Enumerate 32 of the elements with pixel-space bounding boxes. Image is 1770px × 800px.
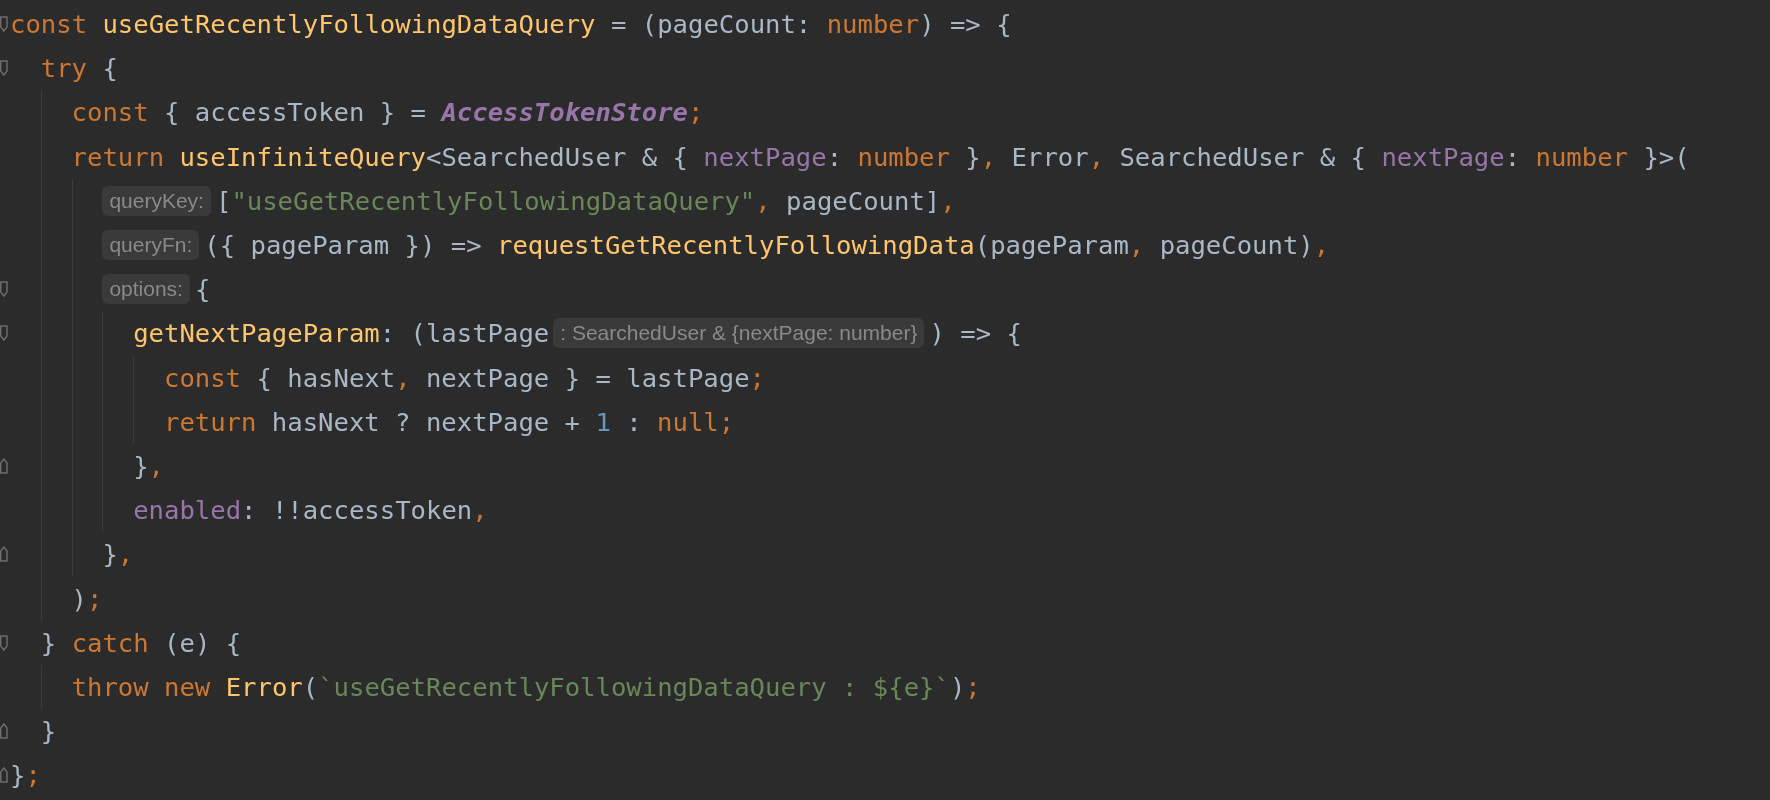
fold-icon[interactable] — [0, 281, 8, 298]
code-text: const { accessToken } = AccessTokenStore; — [71, 97, 704, 128]
inlay-hint: queryFn: — [102, 230, 200, 261]
code-text: ["useGetRecentlyFollowingDataQuery", pageCount], — [215, 185, 956, 216]
code-text: enabled: !!accessToken, — [133, 495, 488, 526]
code-text: ); — [71, 583, 103, 614]
code-text: { — [194, 274, 211, 305]
code-text: }, — [133, 450, 165, 481]
fold-icon[interactable] — [0, 723, 8, 740]
inlay-hint: queryKey: — [102, 185, 211, 216]
code-text: const { hasNext, nextPage } = lastPage; — [164, 362, 765, 393]
code-text: }; — [10, 760, 41, 791]
fold-icon[interactable] — [0, 457, 8, 474]
code-text: } — [40, 716, 57, 747]
inlay-hint: options: — [102, 274, 190, 305]
fold-icon[interactable] — [0, 325, 8, 342]
code-text: } catch (e) { — [40, 627, 242, 658]
code-text: const useGetRecentlyFollowingDataQuery = (pageCount: number) => { — [10, 9, 1012, 40]
code-text: try { — [40, 53, 118, 84]
fold-icon[interactable] — [0, 546, 8, 563]
code-text: getNextPageParam: (lastPage — [133, 318, 550, 349]
code-text: ) => { — [929, 318, 1022, 349]
inlay-hint: : SearchedUser & {nextPage: number} — [553, 318, 925, 349]
fold-icon[interactable] — [0, 767, 8, 784]
code-text: return useInfiniteQuery<SearchedUser & { nextPage: number }, Error, SearchedUser & { nextPage: number }>( — [71, 141, 1690, 172]
code-text: }, — [102, 539, 134, 570]
code-text: throw new Error(`useGetRecentlyFollowingDataQuery : ${e}`); — [71, 671, 981, 702]
fold-icon[interactable] — [0, 634, 8, 651]
fold-icon[interactable] — [0, 60, 8, 77]
code-text: return hasNext ? nextPage + 1 : null; — [164, 406, 735, 437]
fold-icon[interactable] — [0, 16, 8, 33]
code-text: ({ pageParam }) => requestGetRecentlyFollowingData(pageParam, pageCount), — [204, 230, 1330, 261]
